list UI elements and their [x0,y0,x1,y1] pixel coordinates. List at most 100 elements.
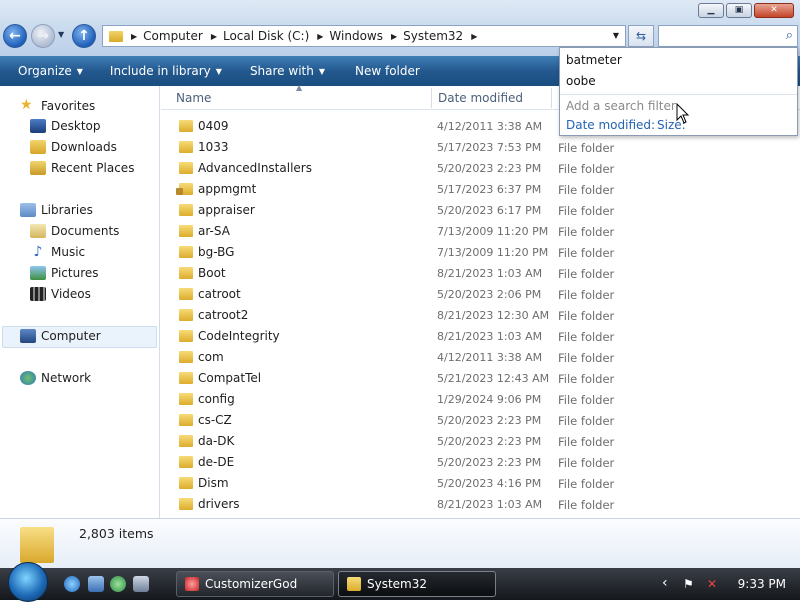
forward-button[interactable]: → [31,24,55,48]
up-button[interactable]: ↑ [72,24,96,48]
nav-music[interactable]: ♪ Music [30,244,86,260]
breadcrumb-arrow-icon[interactable]: ▶ [471,32,477,41]
breadcrumb-arrow-icon[interactable]: ▶ [391,32,397,41]
breadcrumb-computer[interactable]: Computer [143,29,203,43]
file-name: catroot2 [198,308,249,322]
include-in-library-button[interactable]: Include in library ▼ [110,64,222,78]
back-button[interactable]: ← [3,24,27,48]
switch-windows-icon[interactable] [133,576,149,592]
file-type: File folder [558,435,615,449]
documents-icon [30,224,46,238]
minimize-button[interactable]: ▁ [698,3,724,18]
file-name: da-DK [198,434,235,448]
file-date-modified: 5/21/2023 12:43 AM [437,372,550,385]
breadcrumb-arrow-icon[interactable]: ▶ [131,32,137,41]
breadcrumb-windows[interactable]: Windows [329,29,383,43]
breadcrumb-local-disk[interactable]: Local Disk (C:) [223,29,309,43]
star-icon: ★ [20,97,33,113]
nav-documents[interactable]: Documents [30,224,119,238]
action-center-icon[interactable]: ⚑ [683,577,694,591]
file-row[interactable]: 1033 5/17/2023 7:53 PM File folder [161,137,800,158]
file-row[interactable]: appraiser 5/20/2023 6:17 PM File folder [161,200,800,221]
nav-favorites-label: Favorites [41,99,96,113]
nav-documents-label: Documents [51,224,120,238]
suggestion-item[interactable]: oobe [566,74,596,88]
downloads-icon [30,140,46,154]
file-date-modified: 5/20/2023 2:06 PM [437,288,542,301]
nav-computer[interactable]: Computer [20,329,101,343]
share-with-button[interactable]: Share with ▼ [250,64,325,78]
media-player-icon[interactable] [110,576,126,592]
file-row[interactable]: CodeIntegrity 8/21/2023 1:03 AM File folde… [161,326,800,347]
file-row[interactable]: cs-CZ 5/20/2023 2:23 PM File folder [161,410,800,431]
file-row[interactable]: config 1/29/2024 9:06 PM File folder [161,389,800,410]
file-row[interactable]: ar-SA 7/13/2009 11:20 PM File folder [161,221,800,242]
nav-favorites[interactable]: ★ Favorites [20,98,95,114]
new-folder-button[interactable]: New folder [355,64,420,78]
file-row[interactable]: Dism 5/20/2023 4:16 PM File folder [161,473,800,494]
address-dropdown-icon[interactable]: ▼ [613,31,619,40]
suggestion-item[interactable]: batmeter [566,53,622,67]
show-hidden-icons-chevron-icon[interactable]: ‹ [662,575,668,591]
column-date-modified[interactable]: Date modified [438,91,523,105]
breadcrumb-arrow-icon[interactable]: ▶ [317,32,323,41]
nav-libraries[interactable]: Libraries [20,203,93,217]
folder-icon [179,309,193,321]
taskbar-item-customizergod[interactable]: CustomizerGod [176,571,334,597]
file-row[interactable]: AdvancedInstallers 5/20/2023 2:23 PM File … [161,158,800,179]
nav-recent-places[interactable]: Recent Places [30,161,134,175]
internet-explorer-icon[interactable] [64,576,80,592]
organize-button[interactable]: Organize ▼ [18,64,83,78]
close-button[interactable]: ✕ [754,3,794,18]
details-pane: 2,803 items [0,518,800,568]
nav-libraries-label: Libraries [41,203,93,217]
search-input[interactable]: ⌕ [658,25,798,47]
file-row[interactable]: CompatTel 5/21/2023 12:43 AM File folder [161,368,800,389]
folder-icon [179,393,193,405]
file-type: File folder [558,204,615,218]
filter-date-modified[interactable]: Date modified: [566,118,655,132]
file-row[interactable]: Boot 8/21/2023 1:03 AM File folder [161,263,800,284]
recent-pages-chevron-icon[interactable]: ▼ [58,30,64,39]
start-button[interactable] [8,562,48,602]
file-row[interactable]: appmgmt 5/17/2023 6:37 PM File folder [161,179,800,200]
folder-icon [109,30,123,42]
nav-desktop[interactable]: Desktop [30,119,101,133]
file-row[interactable]: drivers 8/21/2023 1:03 AM File folder [161,494,800,515]
column-divider[interactable] [431,88,432,108]
folder-icon [179,267,193,279]
show-desktop-icon[interactable] [88,576,104,592]
organize-label: Organize [18,64,72,78]
maximize-button[interactable]: ▣ [726,3,752,18]
folder-icon [179,477,193,489]
file-row[interactable]: de-DE 5/20/2023 2:23 PM File folder [161,452,800,473]
file-date-modified: 5/20/2023 2:23 PM [437,456,542,469]
navigation-pane: ★ Favorites Desktop Downloads Recent Pla… [0,86,160,518]
file-row[interactable]: da-DK 5/20/2023 2:23 PM File folder [161,431,800,452]
file-row[interactable]: catroot 5/20/2023 2:06 PM File folder [161,284,800,305]
file-name: config [198,392,235,406]
file-row[interactable]: bg-BG 7/13/2009 11:20 PM File folder [161,242,800,263]
breadcrumb-arrow-icon[interactable]: ▶ [211,32,217,41]
column-divider[interactable] [551,88,552,108]
taskbar-item-system32[interactable]: System32 [338,571,496,597]
address-bar[interactable]: ▶ Computer ▶ Local Disk (C:) ▶ Windows ▶ Sy… [102,25,626,47]
column-name[interactable]: Name [176,91,211,105]
nav-network[interactable]: Network [20,371,91,385]
file-date-modified: 8/21/2023 1:03 AM [437,330,543,343]
libraries-icon [20,203,36,217]
file-row[interactable]: com 4/12/2011 3:38 AM File folder [161,347,800,368]
volume-muted-icon[interactable]: ✕ [707,577,717,591]
chevron-down-icon: ▼ [318,66,325,76]
nav-videos[interactable]: Videos [30,287,91,301]
file-date-modified: 5/20/2023 2:23 PM [437,162,542,175]
search-icon[interactable]: ⌕ [786,28,793,43]
file-date-modified: 5/17/2023 7:53 PM [437,141,542,154]
music-icon: ♪ [33,244,43,260]
refresh-button[interactable]: ⇆ [628,25,654,47]
nav-pictures[interactable]: Pictures [30,266,99,280]
clock[interactable]: 9:33 PM [738,577,786,591]
nav-downloads[interactable]: Downloads [30,140,117,154]
file-row[interactable]: catroot2 8/21/2023 12:30 AM File folder [161,305,800,326]
breadcrumb-system32[interactable]: System32 [403,29,463,43]
